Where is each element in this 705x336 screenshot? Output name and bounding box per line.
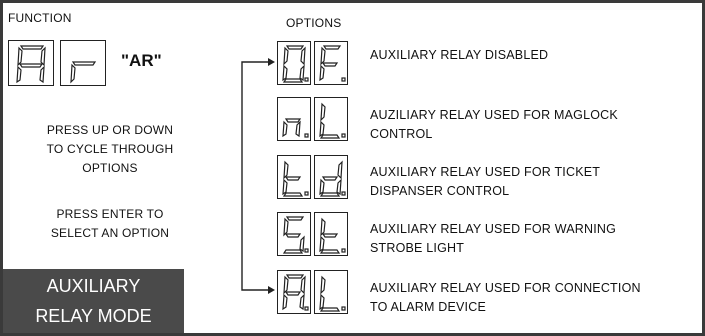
segment-glyph-t bbox=[319, 217, 346, 254]
option-1-digit-1 bbox=[277, 41, 311, 85]
description-line: TO ALARM DEVICE bbox=[370, 300, 486, 314]
option-2-digit-2 bbox=[314, 97, 348, 141]
segment-glyph-0 bbox=[282, 45, 309, 83]
segment-glyph-A bbox=[282, 274, 309, 311]
description-line: AUXILIARY RELAY USED FOR TICKET bbox=[370, 165, 601, 179]
option-2-description: AUZILIARY RELAY USED FOR MAGLOCK CONTROL bbox=[370, 106, 618, 144]
description-line: STROBE LIGHT bbox=[370, 241, 465, 255]
option-3-digit-2 bbox=[314, 155, 348, 199]
option-4-digit-1 bbox=[277, 212, 311, 256]
description-line: AUXILIARY RELAY USED FOR CONNECTION bbox=[370, 281, 641, 295]
arrowhead-top bbox=[268, 58, 275, 66]
description-line: AUZILIARY RELAY USED FOR MAGLOCK bbox=[370, 108, 618, 122]
option-4-digit-2 bbox=[314, 212, 348, 256]
description-line: AUXILIARY RELAY DISABLED bbox=[370, 48, 549, 62]
option-1-digit-2 bbox=[314, 41, 348, 85]
description-line: DISPANSER CONTROL bbox=[370, 184, 510, 198]
segment-glyph-t bbox=[282, 160, 309, 197]
segment-glyph-d bbox=[319, 160, 346, 197]
segment-glyph-L bbox=[319, 275, 346, 312]
arrowhead-bottom bbox=[268, 286, 275, 294]
option-2-digit-1 bbox=[277, 97, 311, 141]
segment-glyph-S bbox=[282, 216, 309, 254]
segment-glyph-L bbox=[319, 102, 346, 139]
description-line: AUXILIARY RELAY USED FOR WARNING bbox=[370, 222, 617, 236]
option-3-description: AUXILIARY RELAY USED FOR TICKET DISPANSE… bbox=[370, 163, 600, 201]
segment-glyph-F bbox=[319, 45, 346, 82]
option-4-description: AUXILIARY RELAY USED FOR WARNING STROBE … bbox=[370, 220, 616, 258]
segment-glyph-n bbox=[282, 118, 309, 138]
option-5-digit-2 bbox=[314, 270, 348, 314]
option-5-digit-1 bbox=[277, 270, 311, 314]
option-3-digit-1 bbox=[277, 155, 311, 199]
description-line: CONTROL bbox=[370, 127, 433, 141]
option-5-description: AUXILIARY RELAY USED FOR CONNECTION TO A… bbox=[370, 279, 641, 317]
option-1-description: AUXILIARY RELAY DISABLED bbox=[370, 46, 548, 65]
